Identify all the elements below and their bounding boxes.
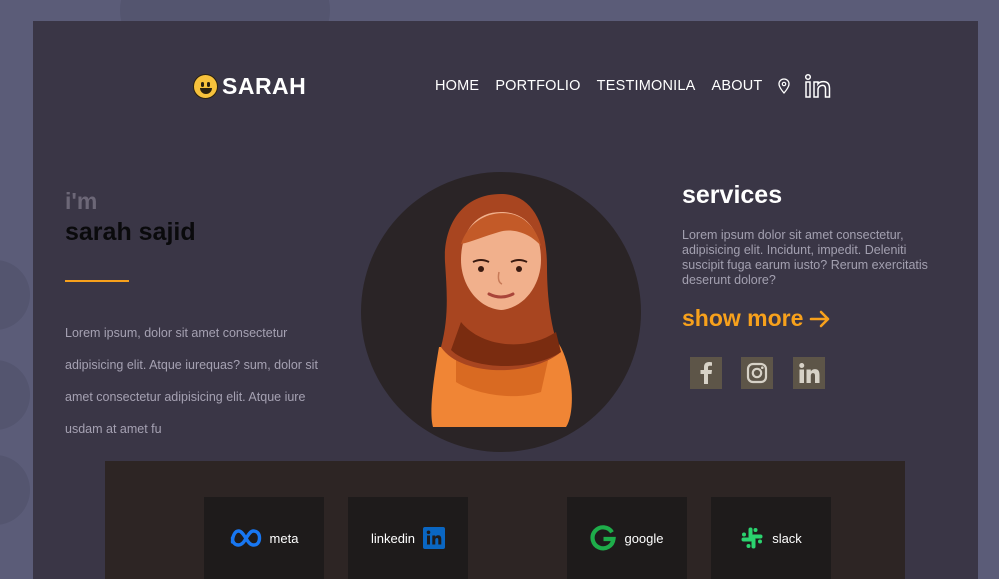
brand-label: slack (772, 530, 802, 546)
show-more-label: show more (682, 305, 804, 331)
services-text: Lorem ipsum dolor sit amet consectetur, … (682, 228, 928, 287)
nav-portfolio[interactable]: PORTFOLIO (495, 78, 580, 94)
intro-text: Lorem ipsum, dolor sit amet consectetur … (65, 326, 318, 436)
google-icon (590, 525, 617, 551)
brand-google[interactable]: google (567, 497, 687, 579)
background-shape (0, 360, 30, 430)
facebook-icon[interactable] (690, 357, 722, 389)
brand-meta[interactable]: meta (204, 497, 324, 579)
brand-label: google (624, 530, 664, 546)
background-shape (0, 455, 30, 525)
meta-icon (230, 529, 261, 547)
nav-testimonila[interactable]: TESTIMONILA (597, 78, 696, 94)
linkedin-icon (423, 527, 446, 549)
instagram-icon[interactable] (741, 357, 773, 389)
brand-slack[interactable]: slack (711, 497, 831, 579)
hero-name: sarah sajid (65, 218, 196, 246)
nav-home[interactable]: HOME (435, 78, 479, 94)
linkedin-icon[interactable] (793, 357, 825, 389)
main-nav: HOME PORTFOLIO TESTIMONILA ABOUT (435, 71, 846, 101)
brand-label: meta (269, 530, 299, 546)
linkedin-icon[interactable] (804, 73, 832, 99)
logo-text: SARAH (222, 73, 307, 99)
nav-about[interactable]: ABOUT (712, 78, 763, 94)
greeting: i'm (65, 188, 98, 214)
hijab-woman-illustration (431, 194, 572, 427)
avatar (361, 172, 641, 452)
logo[interactable]: SARAH (193, 73, 306, 100)
brands-strip: meta linkedin google slack (105, 461, 905, 579)
brand-label: linkedin (370, 530, 416, 546)
portfolio-card: SARAH HOME PORTFOLIO TESTIMONILA ABOUT i… (33, 21, 978, 579)
brand-linkedin[interactable]: linkedin (348, 497, 468, 579)
smiley-icon (193, 74, 218, 99)
show-more-link[interactable]: show more (682, 305, 831, 332)
services-title: services (682, 181, 783, 209)
arrow-right-icon (810, 310, 830, 327)
accent-divider (65, 280, 129, 282)
slack-icon (741, 527, 763, 549)
location-pin-icon[interactable] (778, 78, 791, 94)
background-shape (0, 260, 30, 330)
